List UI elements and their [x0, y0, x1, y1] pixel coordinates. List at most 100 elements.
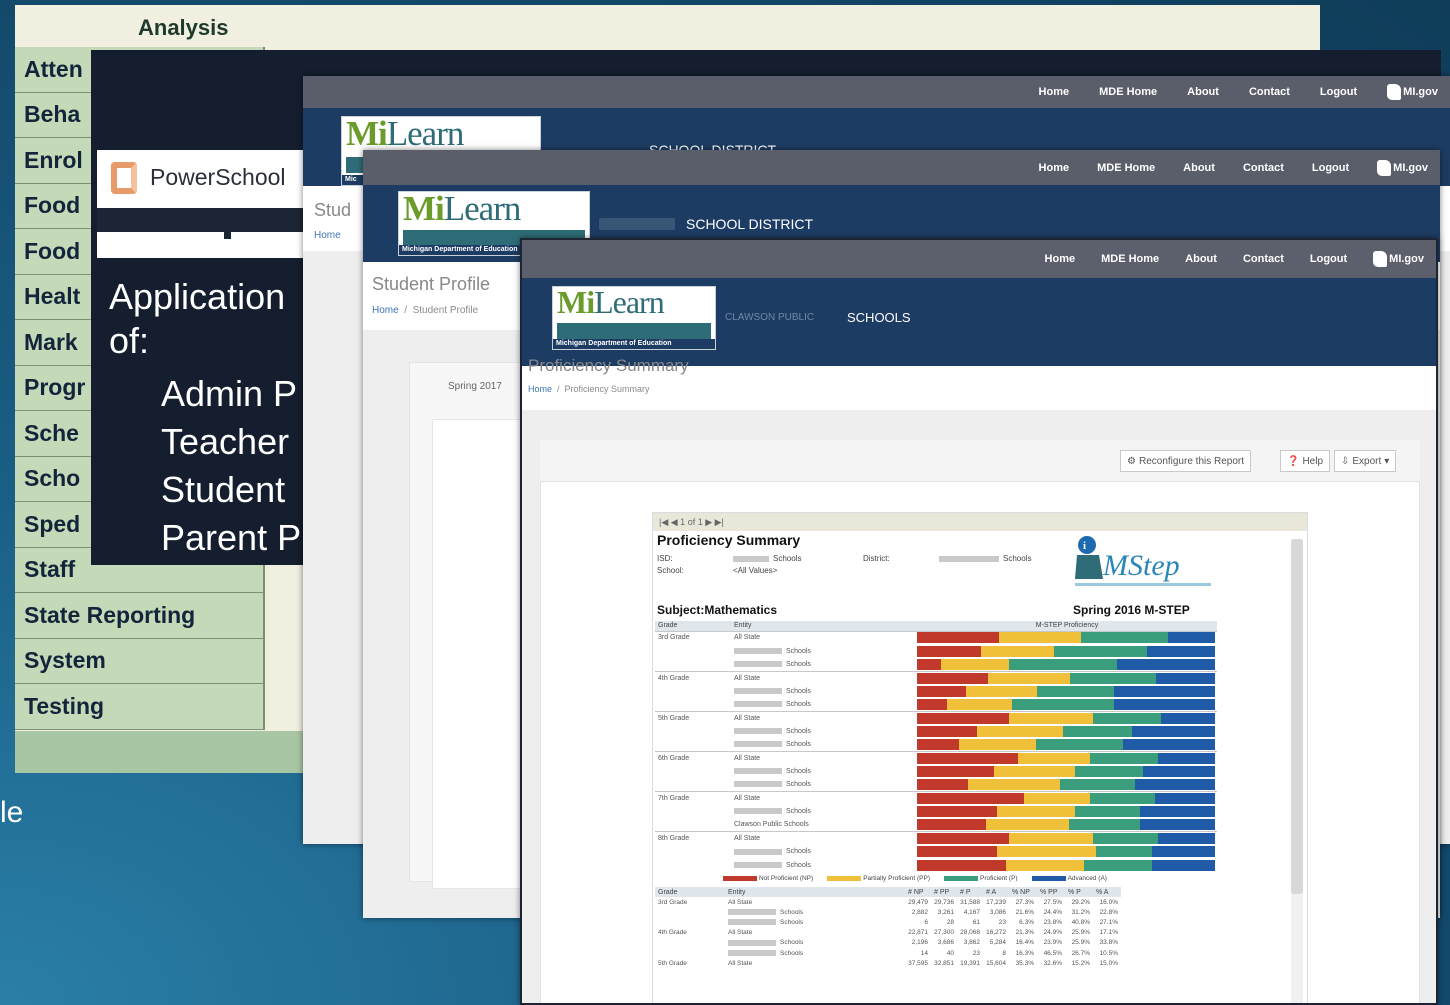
row-bar-cell — [917, 831, 1217, 846]
count-cell: 46.5% — [1043, 949, 1062, 957]
row-entity-text: Schools — [786, 647, 811, 655]
menu-item-testing[interactable]: Testing — [15, 684, 265, 730]
counts-rows: 3rd Grade All State 29,479 29,736 31,588 17,2… — [655, 897, 1121, 968]
nav-contact-link[interactable]: Contact — [1243, 253, 1284, 265]
bar-segment — [1158, 833, 1215, 845]
nav-about-link[interactable]: About — [1187, 86, 1219, 98]
row-grade — [655, 685, 731, 698]
report-scrollbar-thumb[interactable] — [1291, 539, 1303, 894]
report-pager[interactable]: |◀ ◀ 1 of 1 ▶ ▶| — [653, 513, 1307, 531]
bar-segment — [965, 685, 1038, 697]
row-bar-cell — [917, 670, 1217, 685]
count-cell: 25.9% — [1071, 939, 1090, 947]
page-title: Student Profile — [372, 274, 491, 294]
bar-segment — [1074, 806, 1141, 818]
count-cell: 6 — [924, 918, 928, 926]
counts-header-cell: # A — [983, 887, 1009, 897]
nav-home-link[interactable]: Home — [1039, 86, 1070, 98]
table-row: 4th Grade All State — [655, 670, 1217, 685]
nav-home-link[interactable]: Home — [1045, 253, 1076, 265]
count-cell: 15.2% — [1071, 959, 1090, 967]
nav-mde-home-link[interactable]: MDE Home — [1099, 86, 1157, 98]
row-bar-cell — [917, 859, 1217, 872]
nav-mde-home-link[interactable]: MDE Home — [1097, 162, 1155, 174]
nav-home-link[interactable]: Home — [1039, 162, 1070, 174]
breadcrumb-home[interactable]: Home — [528, 384, 552, 394]
nav-contact-link[interactable]: Contact — [1249, 86, 1290, 98]
bar-segment — [1113, 698, 1215, 710]
export-button[interactable]: ⇩ Export ▾ — [1334, 450, 1397, 472]
counts-header-cell: Grade — [655, 887, 725, 897]
help-button[interactable]: ❓ Help — [1280, 450, 1331, 472]
nav-contact-link[interactable]: Contact — [1243, 162, 1284, 174]
nav-logout-link[interactable]: Logout — [1320, 86, 1357, 98]
row-grade: 3rd Grade — [658, 898, 688, 906]
slide-heading: Application of: — [109, 275, 285, 363]
counts-header-cell: % NP — [1009, 887, 1037, 897]
reconfigure-label: Reconfigure this Report — [1138, 455, 1245, 467]
breadcrumb: Home / Proficiency Summary — [528, 384, 650, 394]
migov-link[interactable]: MI.gov — [1387, 84, 1438, 100]
count-cell: 15,604 — [986, 959, 1006, 967]
count-cell: 22.8% — [1099, 908, 1118, 916]
counts-header-row: Grade Entity # NP # PP # P # A% NP% PP% P% A — [655, 887, 1121, 897]
menu-item-system[interactable]: System — [15, 638, 265, 684]
stacked-bar — [917, 672, 1215, 684]
bar-segment — [1158, 752, 1215, 764]
nav-logout-link[interactable]: Logout — [1312, 162, 1349, 174]
table-row: Schools — [655, 698, 1217, 711]
milearn-logo: MiLearn Michigan Department of Education — [552, 284, 716, 350]
menu-header: Analysis — [15, 5, 1320, 47]
mstep-info-icon — [1078, 536, 1096, 554]
slide-bullet: Parent P — [161, 517, 302, 558]
bar-segment — [1152, 846, 1215, 858]
redacted-text — [734, 741, 782, 748]
report-actions-bar: ⚙ Reconfigure this Report ❓ Help ⇩ Export ▾ — [540, 440, 1420, 482]
row-entity: Clawson Public Schools — [731, 818, 917, 831]
row-entity: Schools — [731, 778, 917, 791]
count-cell: 16.4% — [1015, 939, 1034, 947]
menu-item-state-reporting[interactable]: State Reporting — [15, 593, 265, 639]
reconfigure-button[interactable]: ⚙ Reconfigure this Report — [1120, 450, 1252, 472]
bar-segment — [917, 725, 977, 737]
table-row: 5th Grade All State 37,595 32,851 19,391 15,6… — [655, 958, 1121, 968]
redacted-text — [939, 555, 999, 562]
proficiency-counts-table: Grade Entity # NP # PP # P # A% NP% PP% P% A … — [655, 887, 1121, 968]
stacked-bar — [917, 806, 1215, 818]
bar-segment — [917, 645, 982, 657]
stacked-bar — [917, 712, 1215, 724]
powerschool-card-marker — [224, 232, 231, 239]
nav-mde-home-link[interactable]: MDE Home — [1101, 253, 1159, 265]
nav-about-link[interactable]: About — [1183, 162, 1215, 174]
count-cell: 27.3% — [1015, 898, 1034, 906]
row-entity-text: All State — [734, 835, 761, 843]
redacted-text — [734, 660, 782, 667]
stacked-bar — [917, 739, 1215, 751]
bar-segment — [917, 819, 986, 831]
mstep-info-glyph: i — [1083, 540, 1086, 552]
counts-header-cell: Entity — [725, 887, 905, 897]
redacted-text — [728, 919, 776, 926]
breadcrumb-home[interactable]: Home — [314, 230, 341, 241]
breadcrumb-home[interactable]: Home — [372, 305, 399, 316]
legend-label: Partially Proficient (PP) — [863, 875, 931, 882]
bar-segment — [1155, 672, 1215, 684]
nav-logout-link[interactable]: Logout — [1310, 253, 1347, 265]
count-cell: 28,068 — [960, 929, 980, 937]
page-title: Proficiency Summary — [528, 356, 689, 375]
stacked-bar — [917, 632, 1215, 644]
stacked-bar — [917, 685, 1215, 697]
nav-about-link[interactable]: About — [1185, 253, 1217, 265]
count-cell: 26.7% — [1071, 949, 1090, 957]
counts-header-cell: # P — [957, 887, 983, 897]
row-entity: Schools — [731, 845, 917, 858]
migov-link[interactable]: MI.gov — [1373, 251, 1424, 267]
profile-tab[interactable]: Spring 2017 — [448, 381, 502, 392]
migov-link[interactable]: MI.gov — [1377, 159, 1428, 176]
michigan-icon — [1373, 251, 1388, 267]
row-entity: All State — [731, 670, 917, 685]
row-bar-cell — [917, 698, 1217, 711]
slide-heading-line1: Application — [109, 276, 286, 317]
table-row: 8th Grade All State — [655, 831, 1217, 846]
row-grade: 5th Grade — [658, 959, 687, 967]
